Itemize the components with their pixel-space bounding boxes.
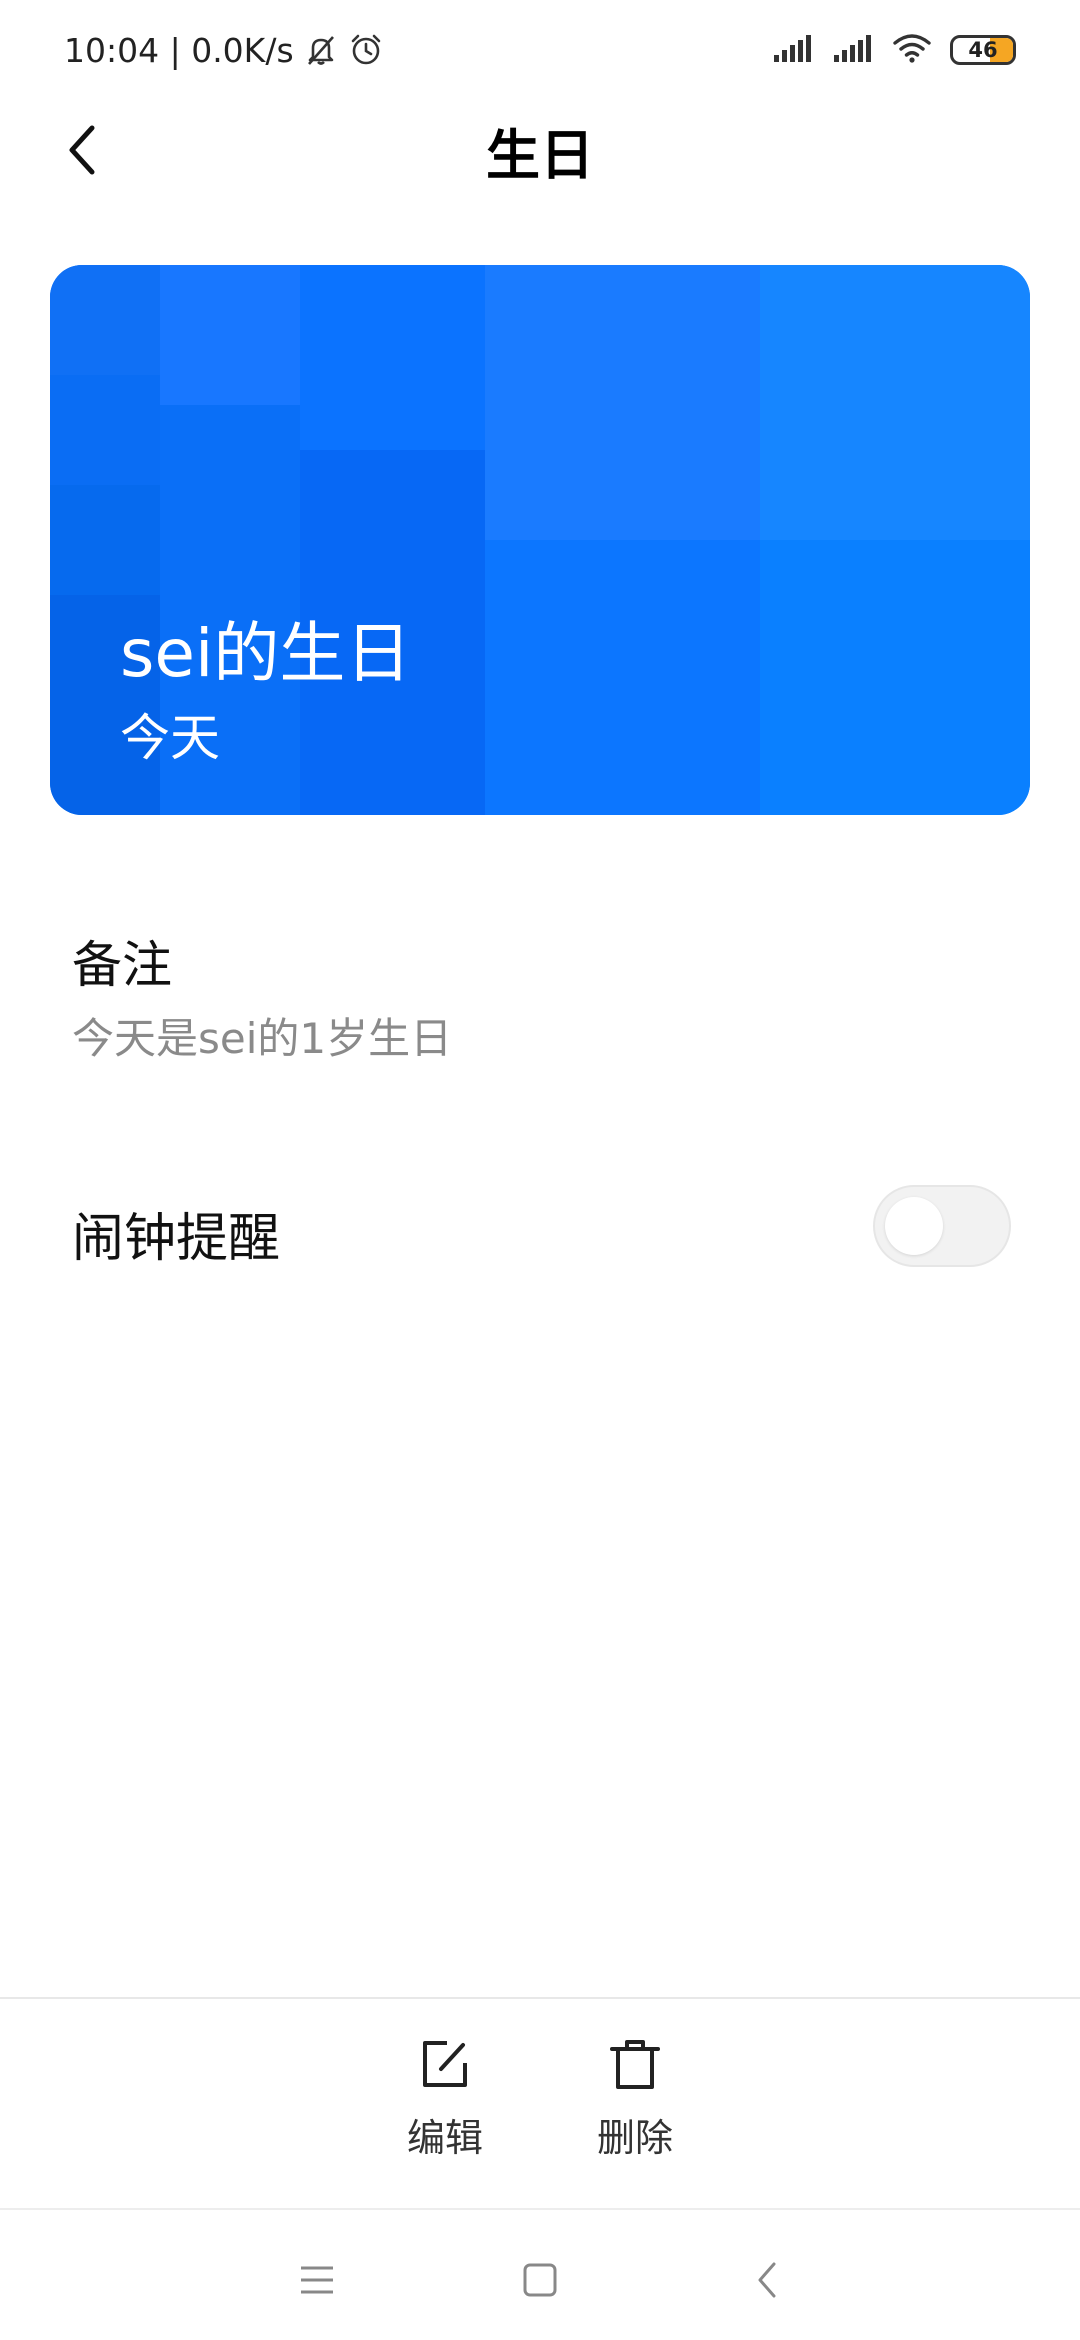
- signal-icon: [772, 33, 814, 67]
- navigation-bar: [0, 2212, 1080, 2340]
- card-tile: [485, 265, 760, 540]
- trash-icon: [610, 2040, 660, 2089]
- birthday-card: sei的生日 今天: [50, 265, 1030, 815]
- note-label: 备注: [72, 936, 172, 994]
- back-icon: [758, 2262, 776, 2298]
- alarm-clock-icon: [348, 32, 384, 68]
- toggle-knob: [885, 1197, 943, 1255]
- card-tile: [760, 540, 1030, 815]
- card-tile: [760, 265, 1030, 540]
- delete-label: 删除: [596, 2116, 673, 2160]
- chevron-left-icon: [69, 125, 95, 175]
- edit-button[interactable]: 编辑: [385, 2037, 505, 2162]
- card-subtitle: 今天: [120, 709, 220, 767]
- screen: 10:04 | 0.0K/s 46 生日 sei的生日 今天 备注 今天是sei…: [0, 0, 1080, 2340]
- action-bar: 编辑 删除: [0, 1997, 1080, 2210]
- edit-label: 编辑: [406, 2116, 483, 2160]
- signal-icon: [832, 33, 874, 67]
- card-tile: [160, 265, 300, 405]
- mute-bell-icon: [304, 33, 338, 67]
- status-bar: 10:04 | 0.0K/s 46: [0, 0, 1080, 100]
- menu-icon: [301, 2266, 333, 2294]
- battery-text: 46: [968, 38, 998, 62]
- wifi-icon: [892, 32, 932, 68]
- note-text: 今天是sei的1岁生日: [72, 1014, 453, 1063]
- home-square-icon: [523, 2263, 557, 2297]
- status-left: 10:04 | 0.0K/s: [64, 31, 384, 70]
- card-tile: [50, 265, 160, 375]
- alarm-reminder-row: 闹钟提醒: [0, 1180, 1080, 1280]
- nav-menu-button[interactable]: [287, 2250, 347, 2310]
- card-tile: [300, 265, 485, 450]
- card-tile: [50, 485, 160, 595]
- nav-home-button[interactable]: [510, 2250, 570, 2310]
- status-right: 46: [772, 32, 1016, 68]
- card-tile: [50, 375, 160, 485]
- page-title: 生日: [486, 123, 594, 187]
- edit-icon: [423, 2041, 467, 2087]
- battery-icon: 46: [950, 35, 1016, 65]
- alarm-reminder-label: 闹钟提醒: [72, 1209, 281, 1269]
- alarm-reminder-toggle[interactable]: [873, 1185, 1011, 1267]
- battery: 46: [950, 35, 1016, 65]
- nav-back-button[interactable]: [737, 2250, 797, 2310]
- card-title: sei的生日: [120, 615, 412, 692]
- status-time: 10:04 | 0.0K/s: [64, 30, 294, 70]
- card-tile: [485, 540, 760, 815]
- delete-button[interactable]: 删除: [575, 2037, 695, 2162]
- back-button[interactable]: [52, 120, 112, 180]
- header: 生日: [0, 100, 1080, 200]
